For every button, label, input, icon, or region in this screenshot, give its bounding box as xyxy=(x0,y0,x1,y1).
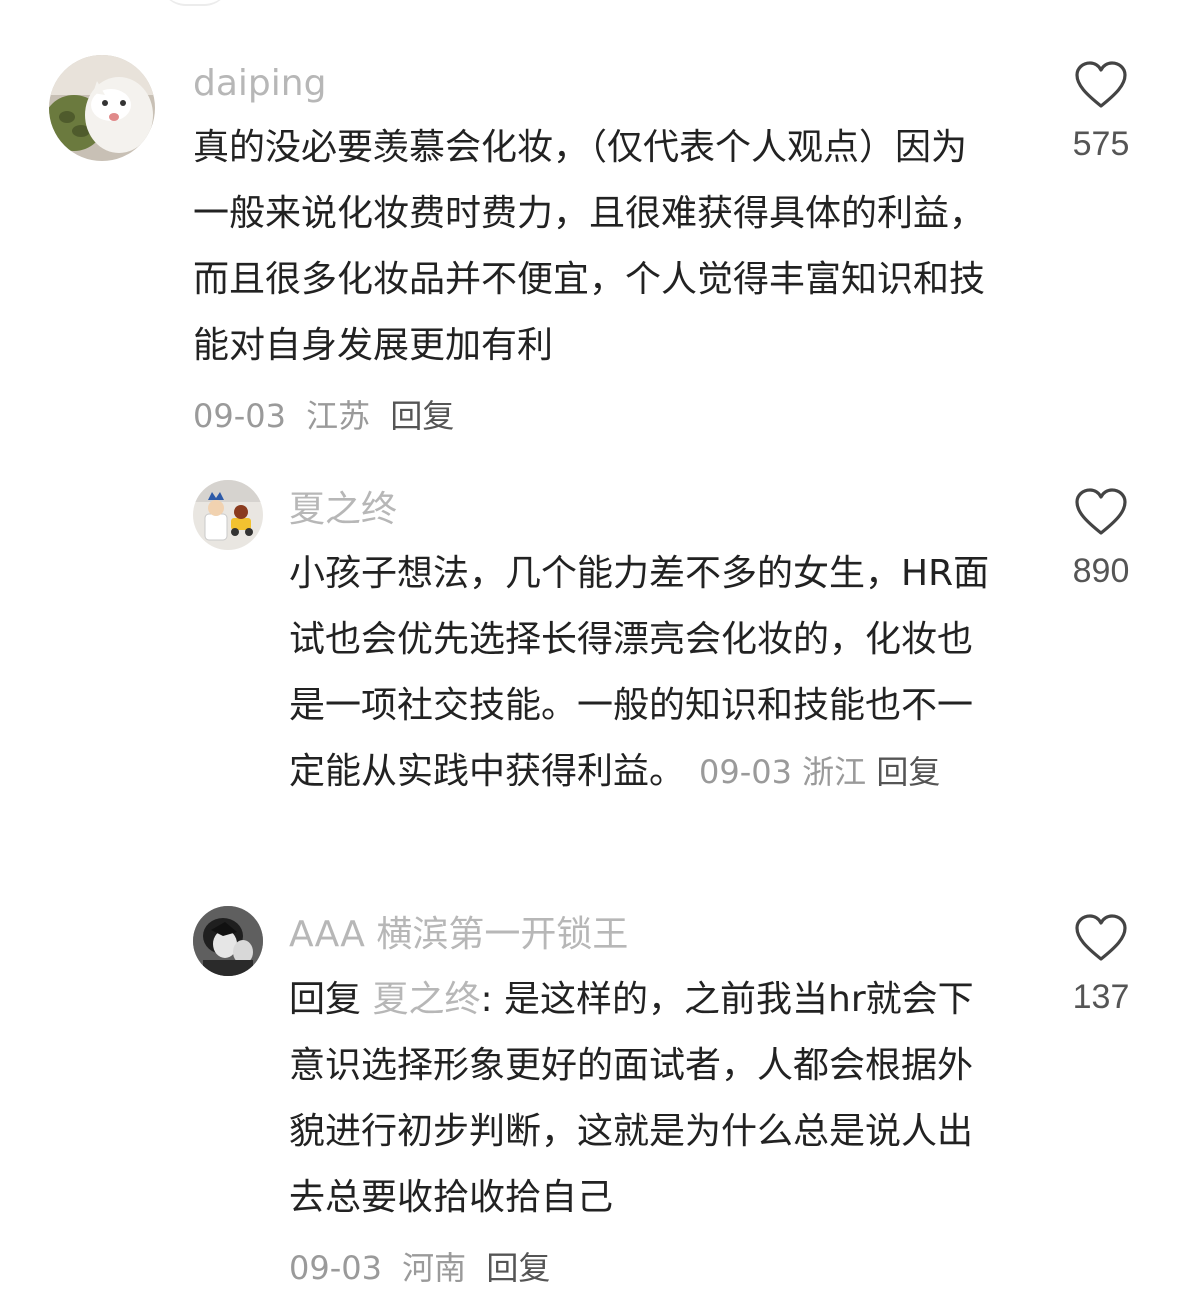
reply-button[interactable]: 回复 xyxy=(390,397,454,435)
comment-meta: 09-03 江苏 回复 xyxy=(193,396,454,436)
like-button[interactable]: 890 xyxy=(1041,487,1161,591)
comment-text: 真的没必要羡慕会化妆，（仅代表个人观点）因为一般来说化妆费时费力，且很难获得具体… xyxy=(193,127,986,366)
reply-button[interactable]: 回复 xyxy=(486,1249,550,1287)
comment-username[interactable]: AAA 横滨第一开锁王 xyxy=(289,915,628,955)
comment-date: 09-03 xyxy=(699,753,792,791)
like-button[interactable]: 575 xyxy=(1041,60,1161,164)
comment-username[interactable]: 夏之终 xyxy=(289,490,397,530)
avatar[interactable] xyxy=(193,906,263,976)
reply-target-username[interactable]: 夏之终 xyxy=(372,979,480,1020)
comment-location: 浙江 xyxy=(802,753,867,791)
heart-outline-icon xyxy=(1075,488,1127,535)
comment-meta: 09-03 河南 回复 xyxy=(289,1248,550,1288)
heart-outline-icon xyxy=(1075,61,1127,108)
reply-button[interactable]: 回复 xyxy=(876,753,940,791)
like-count: 137 xyxy=(1072,978,1130,1016)
comment-meta: 09-03 浙江 回复 xyxy=(699,753,940,791)
comment-text: 回复 夏之终: 是这样的，之前我当hr就会下意识选择形象更好的面试者，人都会根据… xyxy=(289,967,1004,1231)
comment-date: 09-03 xyxy=(289,1249,382,1287)
like-button[interactable]: 137 xyxy=(1041,913,1161,1017)
comment-location: 河南 xyxy=(402,1249,467,1287)
reply-prefix: 回复 xyxy=(289,979,362,1020)
comment-location: 江苏 xyxy=(306,397,371,435)
comment-username[interactable]: daiping xyxy=(193,64,326,104)
like-count: 890 xyxy=(1072,552,1130,590)
avatar[interactable] xyxy=(193,480,263,550)
previous-item-edge xyxy=(160,0,230,6)
avatar[interactable] xyxy=(49,55,155,161)
heart-outline-icon xyxy=(1075,914,1127,961)
like-count: 575 xyxy=(1072,125,1130,163)
comment-text: 小孩子想法，几个能力差不多的女生，HR面试也会优先选择长得漂亮会化妆的，化妆也是… xyxy=(289,541,1004,805)
comment-date: 09-03 xyxy=(193,397,286,435)
